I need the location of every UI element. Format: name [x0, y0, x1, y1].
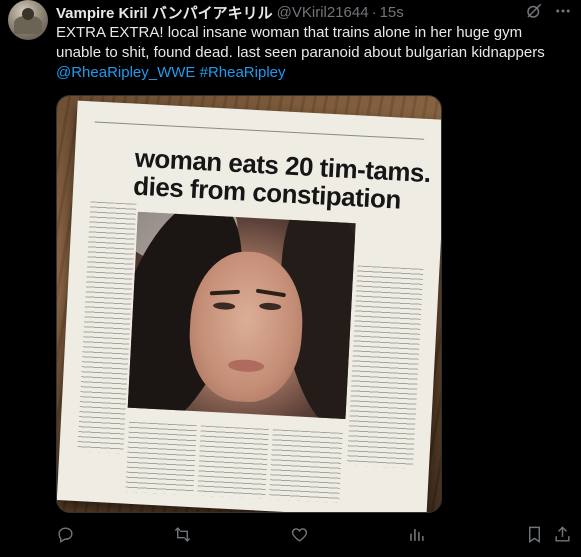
newspaper: woman eats 20 tim-tams. dies from consti…	[57, 100, 441, 512]
views-icon[interactable]	[406, 524, 426, 544]
action-bar	[0, 524, 581, 550]
avatar[interactable]	[8, 0, 48, 40]
post-body: EXTRA EXTRA! local insane woman that tra…	[56, 24, 545, 61]
bookmark-icon[interactable]	[524, 524, 544, 544]
separator-dot: ·	[371, 3, 377, 21]
more-icon[interactable]	[553, 1, 573, 21]
mention-link[interactable]: @RheaRipley_WWE	[56, 64, 195, 81]
post: Vampire Kiril バンパイアキリル @VKiril21644 · 15…	[0, 0, 581, 557]
hashtag-link[interactable]: #RheaRipley	[200, 64, 286, 81]
user-handle[interactable]: @VKiril21644	[277, 4, 369, 21]
grok-icon[interactable]	[524, 1, 544, 21]
post-text: EXTRA EXTRA! local insane woman that tra…	[56, 23, 571, 83]
share-icon[interactable]	[552, 524, 572, 544]
retweet-icon[interactable]	[172, 524, 192, 544]
post-header: Vampire Kiril バンパイアキリル @VKiril21644 · 15…	[56, 2, 404, 22]
reply-icon[interactable]	[55, 524, 75, 544]
heart-icon[interactable]	[289, 524, 309, 544]
display-name[interactable]: Vampire Kiril バンパイアキリル	[56, 2, 273, 23]
post-image[interactable]: woman eats 20 tim-tams. dies from consti…	[56, 95, 442, 513]
post-time[interactable]: 15s	[380, 4, 404, 21]
newspaper-photo	[127, 211, 356, 420]
newspaper-headline: woman eats 20 tim-tams. dies from consti…	[132, 142, 432, 215]
